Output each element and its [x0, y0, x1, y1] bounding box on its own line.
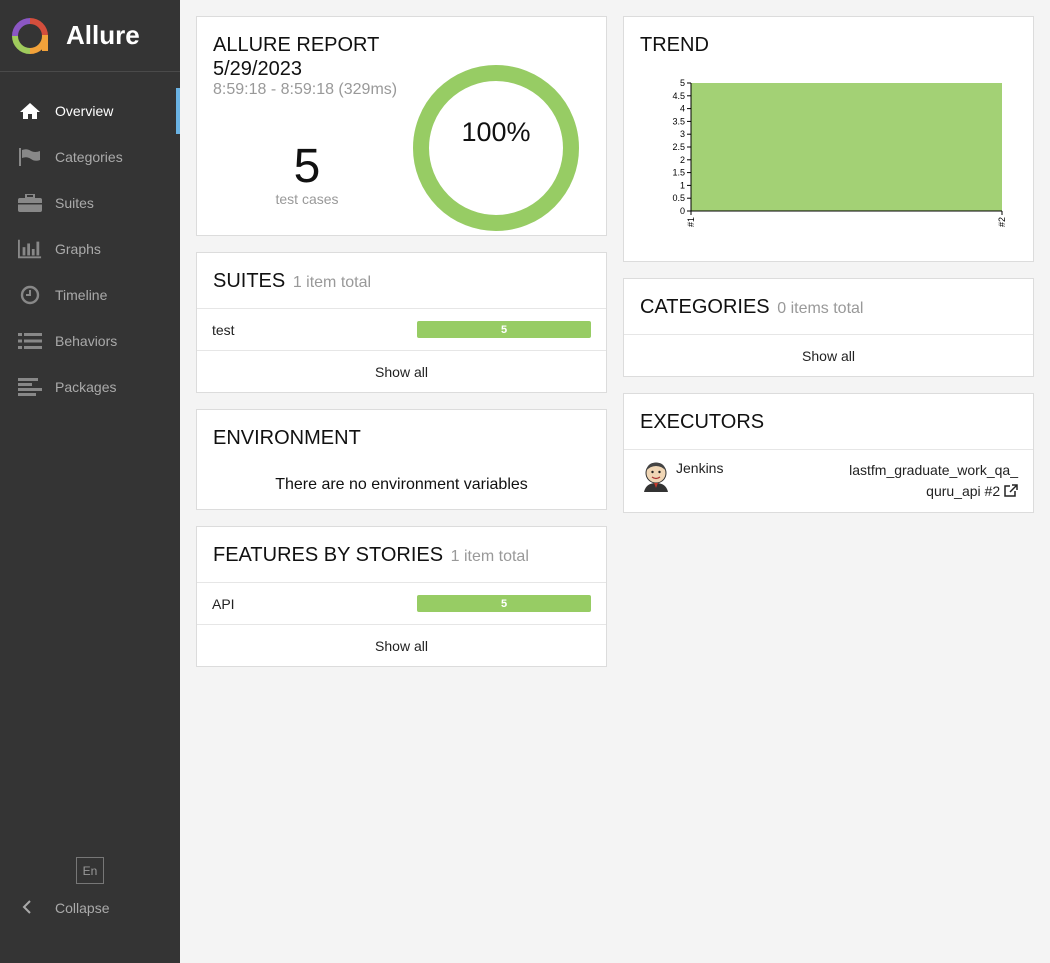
- executor-build-link[interactable]: lastfm_graduate_work_qa_ quru_api #2: [849, 460, 1018, 502]
- sidebar-item-label: Categories: [55, 149, 123, 165]
- donut-passed-arc: [413, 65, 579, 231]
- report-date: 5/29/2023: [213, 58, 302, 80]
- test-case-count: 5: [293, 140, 321, 193]
- collapse-label: Collapse: [55, 900, 110, 916]
- categories-show-all-link[interactable]: Show all: [624, 335, 1033, 376]
- suites-count: 1 item total: [292, 274, 372, 291]
- brand[interactable]: Allure: [0, 0, 180, 72]
- executor-build-line1: lastfm_graduate_work_qa_: [849, 462, 1018, 478]
- sidebar-nav: Overview Categories Suites Graphs Timeli…: [0, 88, 180, 410]
- sidebar-item-suites[interactable]: Suites: [0, 180, 180, 226]
- bar-chart-icon: [18, 239, 42, 259]
- environment-title: ENVIRONMENT: [213, 427, 361, 449]
- features-show-all-link[interactable]: Show all: [197, 625, 606, 666]
- trend-chart[interactable]: 0 0.5 1 1.5 2 2.5 3 3.5 4 4.5 5 #1 #2: [634, 77, 1024, 252]
- categories-count: 0 items total: [777, 300, 864, 317]
- report-title: ALLURE REPORT 5/29/2023: [213, 33, 379, 81]
- sidebar: Allure Overview Categories Suites Graphs: [0, 0, 180, 963]
- sidebar-item-label: Suites: [55, 195, 94, 211]
- feature-row[interactable]: API 5: [197, 583, 606, 625]
- categories-title: CATEGORIES 0 items total: [624, 279, 1033, 335]
- categories-widget: CATEGORIES 0 items total Show all: [623, 278, 1034, 377]
- success-rate-percent: 100%: [461, 117, 531, 147]
- suite-row[interactable]: test 5: [197, 309, 606, 351]
- sidebar-item-label: Packages: [55, 379, 117, 395]
- trend-y-tick-label: 1: [680, 180, 685, 190]
- allure-logo-icon: [12, 17, 48, 54]
- collapse-button[interactable]: Collapse: [0, 890, 109, 926]
- success-rate-donut[interactable]: [412, 64, 580, 232]
- test-case-label: test cases: [275, 191, 339, 207]
- sidebar-item-graphs[interactable]: Graphs: [0, 226, 180, 272]
- trend-title: TREND: [640, 34, 709, 56]
- sidebar-item-categories[interactable]: Categories: [0, 134, 180, 180]
- summary-widget: ALLURE REPORT 5/29/2023 8:59:18 - 8:59:1…: [196, 16, 607, 236]
- trend-y-tick-label: 3.5: [672, 116, 685, 126]
- trend-y-tick-label: 3: [680, 129, 685, 139]
- executor-row: Jenkins lastfm_graduate_work_qa_ quru_ap…: [624, 450, 1033, 502]
- suite-status-bar: 5: [417, 321, 591, 338]
- trend-y-tick-label: 2.5: [672, 142, 685, 152]
- briefcase-icon: [18, 193, 42, 213]
- clock-icon: [18, 285, 42, 305]
- suite-name: test: [212, 321, 235, 338]
- executors-title: EXECUTORS: [624, 394, 1033, 450]
- align-left-icon: [18, 377, 42, 397]
- categories-title-text: CATEGORIES: [640, 296, 770, 318]
- flag-icon: [18, 147, 42, 167]
- feature-name: API: [212, 595, 235, 612]
- executor-name: Jenkins: [676, 460, 724, 476]
- sidebar-item-timeline[interactable]: Timeline: [0, 272, 180, 318]
- features-title-text: FEATURES BY STORIES: [213, 544, 444, 566]
- report-title-line1: ALLURE REPORT: [213, 34, 380, 56]
- sidebar-item-label: Graphs: [55, 241, 101, 257]
- sidebar-item-packages[interactable]: Packages: [0, 364, 180, 410]
- external-link-icon: [1004, 484, 1018, 497]
- trend-y-tick-label: 5: [680, 78, 685, 88]
- sidebar-item-overview[interactable]: Overview: [0, 88, 180, 134]
- environment-empty-text: There are no environment variables: [275, 476, 528, 493]
- trend-y-tick-label: 2: [680, 155, 685, 165]
- executor-build-line2: quru_api #2: [926, 483, 1001, 499]
- report-time: 8:59:18 - 8:59:18 (329ms): [213, 81, 398, 98]
- jenkins-avatar-icon: [644, 462, 668, 492]
- environment-widget: ENVIRONMENT There are no environment var…: [196, 409, 607, 510]
- trend-area-passed: [691, 83, 1002, 211]
- trend-y-tick-label: 1.5: [672, 168, 685, 178]
- trend-widget: TREND 0 0.5 1 1.5 2 2.5 3 3.5 4 4.5 5 #1 #2: [623, 16, 1034, 262]
- trend-x-tick-label: #2: [997, 217, 1007, 227]
- trend-y-tick-label: 0.5: [672, 193, 685, 203]
- sidebar-item-behaviors[interactable]: Behaviors: [0, 318, 180, 364]
- suites-title: SUITES 1 item total: [197, 253, 606, 309]
- features-widget: FEATURES BY STORIES 1 item total API 5 S…: [196, 526, 607, 667]
- suites-widget: SUITES 1 item total test 5 Show all: [196, 252, 607, 393]
- language-selector[interactable]: En: [76, 857, 104, 884]
- trend-y-tick-label: 4.5: [672, 91, 685, 101]
- sidebar-item-label: Behaviors: [55, 333, 118, 349]
- sidebar-item-label: Timeline: [55, 287, 108, 303]
- sidebar-item-label: Overview: [55, 103, 114, 119]
- chevron-left-icon: [22, 899, 36, 917]
- features-title: FEATURES BY STORIES 1 item total: [197, 527, 606, 583]
- trend-x-tick-label: #1: [686, 217, 696, 227]
- feature-status-bar: 5: [417, 595, 591, 612]
- suites-title-text: SUITES: [213, 270, 286, 292]
- suites-show-all-link[interactable]: Show all: [197, 351, 606, 392]
- home-icon: [18, 101, 42, 121]
- features-count: 1 item total: [450, 548, 529, 565]
- brand-name: Allure: [66, 20, 140, 50]
- executors-widget: EXECUTORS Jenkins lastfm_graduate_work_q…: [623, 393, 1034, 513]
- list-icon: [18, 331, 42, 351]
- trend-y-tick-label: 4: [680, 104, 685, 114]
- trend-y-tick-label: 0: [680, 206, 685, 216]
